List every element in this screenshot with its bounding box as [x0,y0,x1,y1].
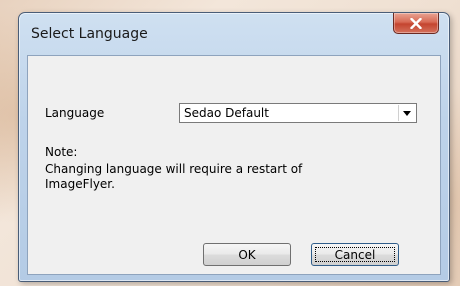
close-button[interactable] [393,13,439,34]
ok-button[interactable]: OK [203,243,291,266]
select-language-dialog: Select Language Language Sedao Default N… [18,12,450,282]
note-text: Changing language will require a restart… [45,162,303,191]
dialog-body: Language Sedao Default Note: Changing la… [27,55,441,275]
dropdown-arrow-button[interactable] [398,105,415,121]
language-dropdown-value: Sedao Default [184,106,269,120]
note-title: Note: [45,145,78,159]
language-dropdown[interactable]: Sedao Default [179,103,417,123]
language-label: Language [45,106,105,120]
dropdown-arrow-icon [403,110,411,116]
title-bar[interactable]: Select Language [19,13,449,55]
cancel-button[interactable]: Cancel [311,243,399,266]
dialog-title: Select Language [31,26,148,42]
cancel-button-label: Cancel [334,247,376,262]
close-x-icon [410,17,422,29]
